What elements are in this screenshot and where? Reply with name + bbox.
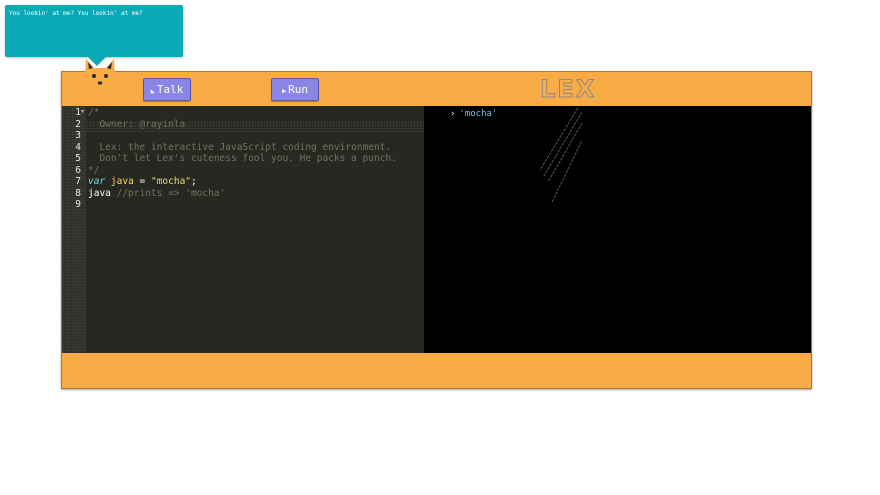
prompt-arrow-icon: › [450,109,456,119]
code-line-2: Owner: @rayinla [88,118,186,130]
speech-bubble: You lookin' at me? You lookin' at me? [5,5,183,57]
code-line-6: */ [88,164,100,176]
claw-scratch-marks [539,107,582,203]
code-editor[interactable]: 1 2 3 4 5 6 7 8 9 ▾ /* Owner: @rayinla L… [62,106,424,353]
code-line-4: Lex: the interactive JavaScript coding e… [88,141,392,153]
code-string: "mocha" [150,176,192,187]
talk-button[interactable]: ◣ Talk [143,78,191,101]
code-line-1: /* [88,107,100,118]
code-line-5: Don't let Lex's cuteness fool you. He pa… [88,153,397,164]
play-icon: ▶ [281,87,287,95]
fold-arrow-icon[interactable]: ▾ [81,108,84,115]
code-keyword: var [88,176,106,187]
output-console: ›'mocha' [424,106,811,353]
editor-gutter: 1 2 3 4 5 6 7 8 9 ▾ [62,106,86,353]
code-inline-comment: //prints => 'mocha' [110,187,226,199]
code-identifier-call: java [88,187,111,199]
speech-bubble-text: You lookin' at me? You lookin' at me? [9,10,143,17]
code-operator: = [133,176,151,187]
console-output-line: ›'mocha' [450,109,497,119]
lex-logo: LEX [539,75,597,103]
code-identifier: java [110,176,134,187]
code-content[interactable]: /* Owner: @rayinla Lex: the interactive … [88,107,397,199]
fox-mascot-icon [85,59,115,91]
talk-button-label: Talk [156,83,184,96]
console-output-value: 'mocha' [459,109,498,119]
rss-icon: ◣ [150,87,155,95]
line-numbers: 1 2 3 4 5 6 7 8 9 [75,107,81,210]
run-button[interactable]: ▶ Run [271,78,319,101]
lex-app: ◣ Talk ▶ Run LEX 1 2 3 4 5 6 7 8 9 ▾ /* Ow… [61,59,812,389]
run-button-label: Run [288,83,309,96]
code-semicolon: ; [191,176,197,187]
